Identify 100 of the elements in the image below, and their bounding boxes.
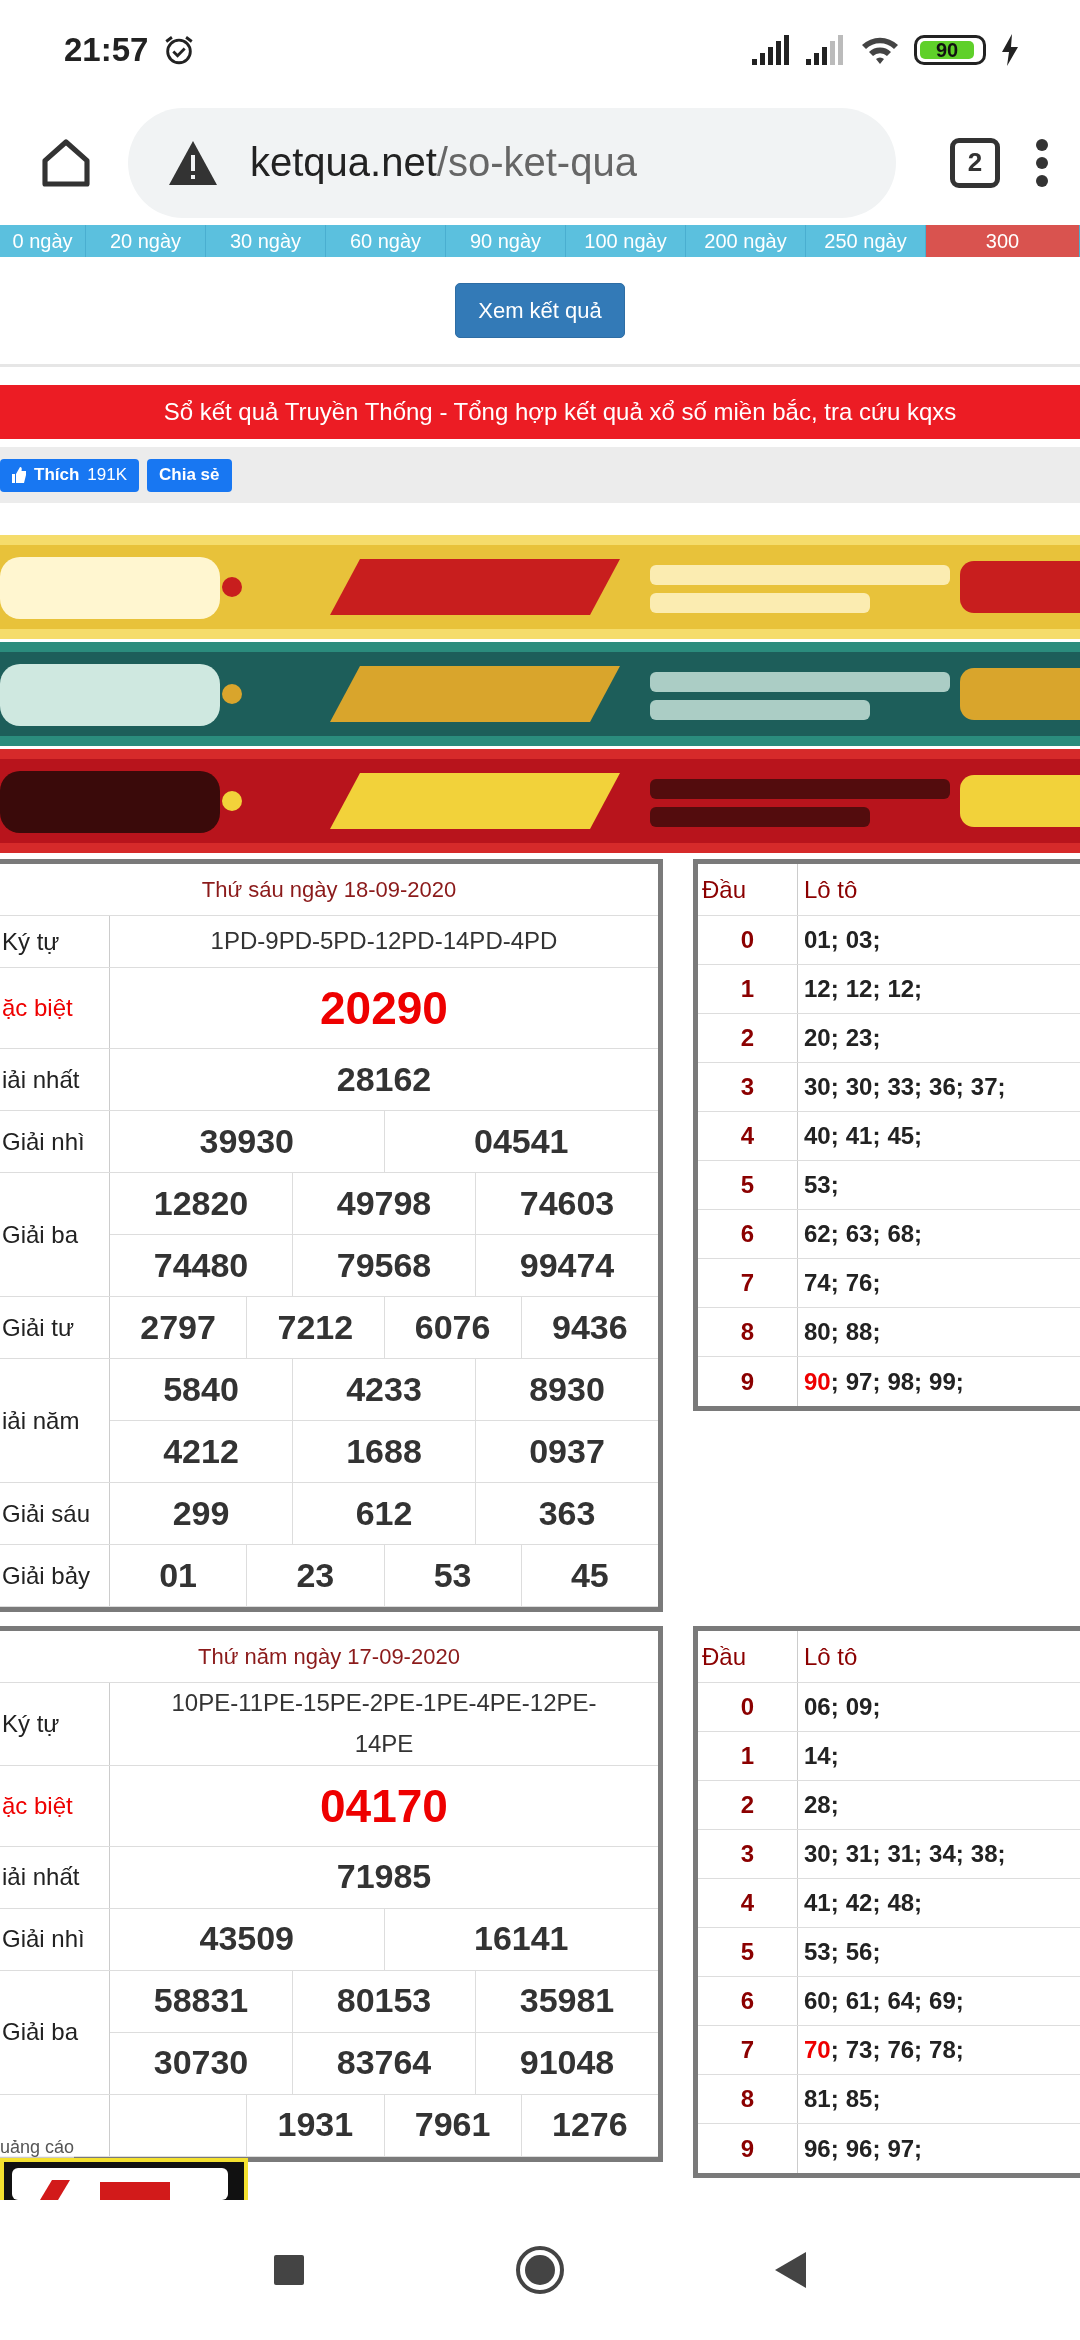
- loto-number: 74;: [804, 1269, 839, 1297]
- prize-label: iải nhất: [0, 1846, 110, 1908]
- prize-label: Giải ba: [0, 1173, 110, 1296]
- loto-number: 14;: [804, 1742, 839, 1770]
- prize-label: Ký tự: [0, 916, 110, 967]
- head-digit: 5: [698, 1928, 798, 1976]
- loto-number: 31;: [887, 1840, 923, 1868]
- prize-label: Ký tự: [0, 1683, 110, 1765]
- loto-number: 38;: [970, 1840, 1006, 1868]
- period-tab[interactable]: 100 ngày: [566, 225, 686, 257]
- number-cell: 80153: [292, 1970, 475, 2032]
- prize-label: ặc biệt: [0, 1765, 110, 1846]
- number-cell-text: 4212: [162, 1430, 240, 1472]
- head-digit: 1: [698, 965, 798, 1013]
- number-cell: 45: [520, 1545, 658, 1606]
- head-digit: 6: [698, 1977, 798, 2025]
- head-digit: 5: [698, 1161, 798, 1209]
- clock: 21:57: [64, 31, 149, 69]
- head-digit: 2: [698, 1014, 798, 1062]
- period-tab[interactable]: 30 ngày: [206, 225, 326, 257]
- number-cell-text: 12820: [152, 1182, 250, 1224]
- loto-number: 03;: [845, 926, 881, 954]
- number-cell-text: 43509: [198, 1918, 295, 1960]
- loto-number: 98;: [887, 1367, 923, 1396]
- signal-icon: [752, 35, 792, 65]
- number-cell: 49798: [292, 1173, 475, 1234]
- loto-number: 31;: [845, 1840, 881, 1868]
- number-cell-text: 20290: [319, 980, 449, 1036]
- period-tab[interactable]: 90 ngày: [446, 225, 566, 257]
- number-cell: 53: [383, 1545, 521, 1606]
- loto-number: 90;: [804, 1367, 839, 1396]
- number-cell: 8930: [475, 1359, 658, 1420]
- loto-number: 53;: [804, 1938, 839, 1966]
- period-tab[interactable]: 200 ngày: [686, 225, 806, 257]
- like-button[interactable]: Thích 191K: [0, 458, 140, 492]
- number-cell: 363: [475, 1483, 658, 1544]
- number-cell-text: 04170: [319, 1778, 449, 1834]
- recents-icon[interactable]: [273, 2254, 305, 2286]
- loto-number: 09;: [845, 1693, 881, 1721]
- number-cell: 1276: [520, 2094, 658, 2156]
- period-tab[interactable]: 300: [926, 225, 1080, 257]
- loto-number: 97;: [887, 2134, 923, 2163]
- loto-number: 42;: [845, 1889, 881, 1917]
- warning-icon: [168, 140, 218, 185]
- loto-number: 34;: [929, 1840, 964, 1868]
- draw-date: Thứ sáu ngày 18-09-2020: [0, 864, 658, 916]
- number-cell: 23: [246, 1545, 384, 1606]
- number-cell: 0937: [475, 1421, 658, 1482]
- loto-number: 40;: [804, 1122, 839, 1150]
- loto-number: 53;: [804, 1171, 839, 1199]
- loto-number: 60;: [804, 1987, 839, 2015]
- loto-number: 73;: [845, 2036, 881, 2064]
- loto-number: 01;: [804, 926, 839, 954]
- back-icon[interactable]: [775, 2252, 807, 2288]
- view-results-button[interactable]: Xem kết quả: [455, 283, 625, 338]
- loto-number: 41;: [845, 1122, 881, 1150]
- prize-label: Giải bảy: [0, 1545, 110, 1606]
- head-digit: 0: [698, 916, 798, 964]
- column-header: Lô tô: [803, 874, 859, 905]
- number-cell: 79568: [292, 1235, 475, 1296]
- number-cell: 7212: [246, 1297, 384, 1358]
- battery-level: 90: [920, 41, 974, 59]
- loto-number: 69;: [929, 1987, 964, 2015]
- share-button[interactable]: Chia sẻ: [147, 458, 232, 492]
- loto-number: 96;: [804, 2134, 839, 2163]
- prize-label: Giải sáu: [0, 1483, 110, 1544]
- code-cell-text: 10PE-11PE-15PE-2PE-1PE-4PE-12PE-14PE: [170, 1688, 598, 1759]
- period-tab[interactable]: 0 ngày: [0, 225, 86, 257]
- column-header: Lô tô: [803, 1641, 859, 1672]
- prize-label: Giải tư: [0, 1297, 110, 1358]
- number-cell: 612: [292, 1483, 475, 1544]
- number-cell-text: 74480: [152, 1244, 250, 1286]
- loto-number: 20;: [804, 1024, 839, 1052]
- head-digit: 7: [698, 2026, 798, 2074]
- number-cell: 16141: [383, 1908, 658, 1970]
- loto-number: 45;: [887, 1122, 923, 1150]
- ad-label: uảng cáo: [0, 2137, 75, 2158]
- number-cell-text: 30730: [152, 2042, 250, 2084]
- home-icon[interactable]: [515, 2245, 565, 2295]
- period-tab[interactable]: 20 ngày: [86, 225, 206, 257]
- number-cell-text: 01: [158, 1554, 199, 1596]
- menu-icon[interactable]: [1034, 137, 1050, 188]
- loto-number: 30;: [804, 1073, 839, 1101]
- loto-number: 48;: [887, 1889, 923, 1917]
- loto-number: 97;: [845, 1367, 881, 1396]
- tab-switcher[interactable]: 2: [950, 137, 1000, 188]
- head-digit: 8: [698, 1308, 798, 1356]
- period-tab[interactable]: 60 ngày: [326, 225, 446, 257]
- loto-number: 63;: [845, 1220, 881, 1248]
- number-cell-text: 299: [171, 1492, 231, 1534]
- address-bar[interactable]: ketqua.net/so-ket-qua: [128, 107, 896, 218]
- loto-number: 36;: [929, 1073, 964, 1101]
- loto-number: 30;: [804, 1840, 839, 1868]
- head-digit: 6: [698, 1210, 798, 1258]
- loto-number: 56;: [845, 1938, 881, 1966]
- number-cell: 74603: [475, 1173, 658, 1234]
- loto-number: 96;: [845, 2134, 881, 2163]
- number-cell: 9436: [520, 1297, 658, 1358]
- loto-number: 28;: [804, 1791, 839, 1819]
- number-cell: 99474: [475, 1235, 658, 1296]
